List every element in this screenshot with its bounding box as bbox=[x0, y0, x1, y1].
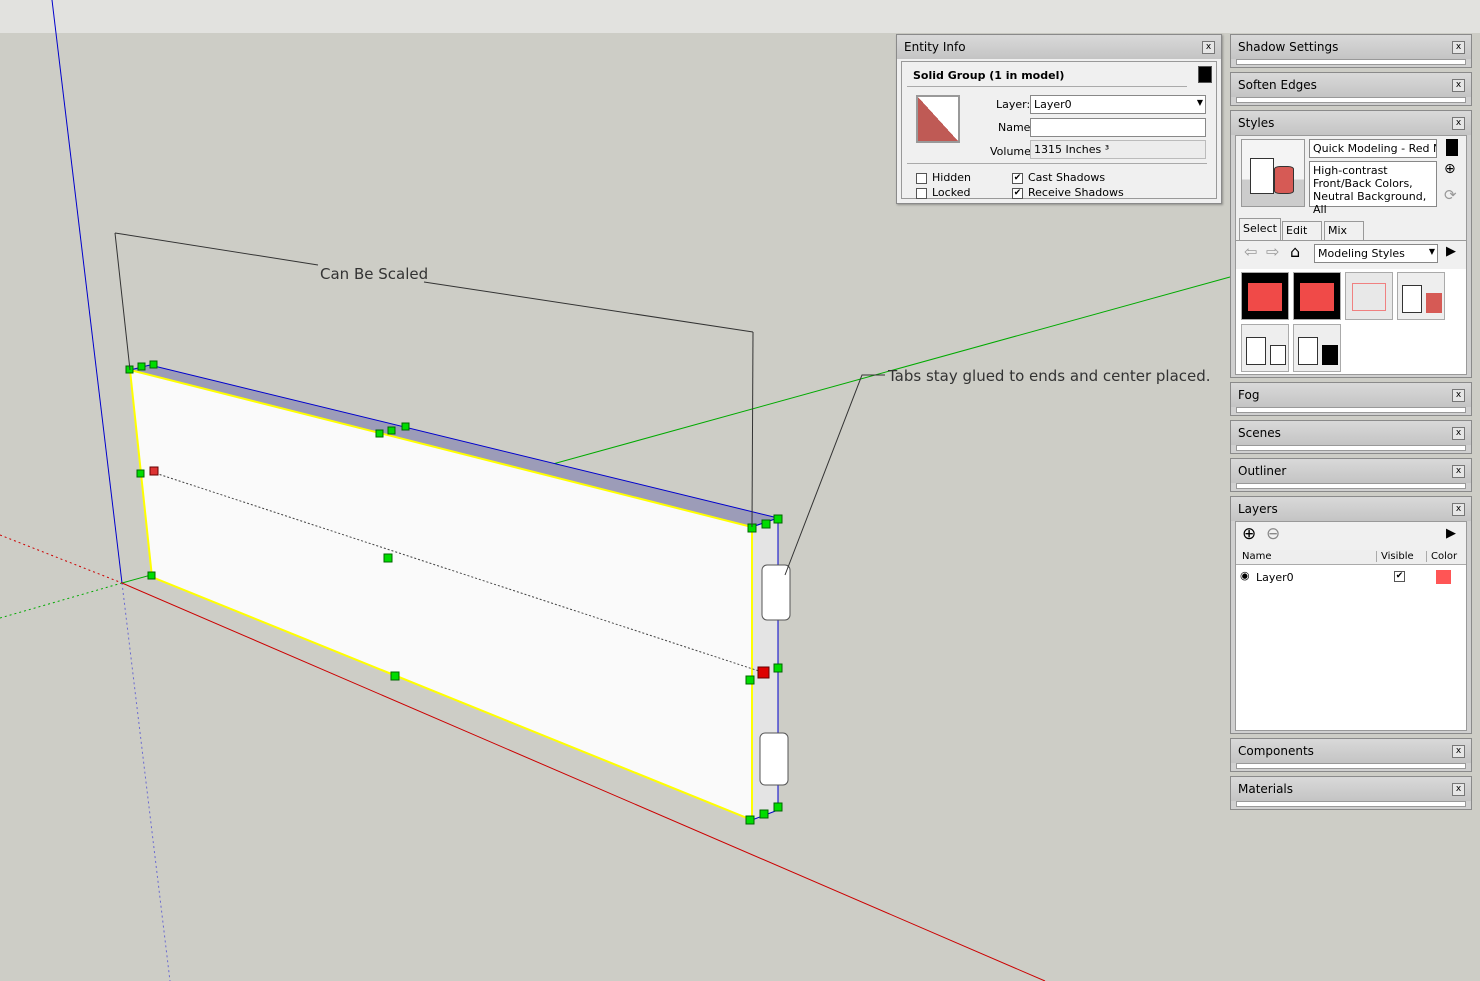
panel-title: Shadow Settings bbox=[1238, 40, 1339, 54]
update-style-icon[interactable]: ⊕ bbox=[1444, 161, 1456, 177]
forward-arrow-icon[interactable]: ⇨ bbox=[1266, 242, 1279, 261]
details-menu-icon[interactable]: ▶ bbox=[1446, 526, 1456, 541]
style-preview bbox=[1241, 139, 1305, 207]
layer-label: Layer: bbox=[996, 98, 1031, 111]
details-menu-icon[interactable]: ▶ bbox=[1446, 244, 1456, 259]
leader-label[interactable]: Tabs stay glued to ends and center place… bbox=[887, 367, 1211, 385]
y-axis-dotted bbox=[0, 582, 123, 619]
panel-title: Soften Edges bbox=[1238, 78, 1317, 92]
close-icon[interactable]: x bbox=[1452, 41, 1465, 54]
panel-fog[interactable]: Fog x bbox=[1230, 382, 1472, 416]
hidden-label: Hidden bbox=[932, 171, 972, 184]
close-icon[interactable]: x bbox=[1202, 41, 1215, 54]
back-arrow-icon[interactable]: ⇦ bbox=[1244, 242, 1257, 261]
tab-mix[interactable]: Mix bbox=[1324, 221, 1364, 240]
close-icon[interactable]: x bbox=[1452, 389, 1465, 402]
add-layer-icon[interactable]: ⊕ bbox=[1242, 524, 1256, 544]
close-icon[interactable]: x bbox=[1452, 503, 1465, 516]
close-icon[interactable]: x bbox=[1452, 79, 1465, 92]
panel-components[interactable]: Components x bbox=[1230, 738, 1472, 772]
visible-checkbox[interactable]: ✔ bbox=[1394, 571, 1405, 582]
style-thumbnail[interactable] bbox=[1293, 324, 1341, 372]
hidden-checkbox[interactable]: Hidden bbox=[916, 171, 971, 184]
entity-info-window: Entity Info x Solid Group (1 in model) La… bbox=[896, 34, 1222, 204]
collapse-icon[interactable] bbox=[1198, 66, 1212, 83]
volume-label: Volume: bbox=[990, 145, 1035, 158]
layer-name[interactable]: Layer0 bbox=[1256, 571, 1294, 584]
collection-value: Modeling Styles bbox=[1318, 247, 1405, 260]
panel-styles: Styles x Quick Modeling - Red Nor High-co… bbox=[1230, 110, 1472, 378]
panel-title: Layers bbox=[1238, 502, 1278, 516]
name-input[interactable] bbox=[1030, 118, 1206, 137]
collection-select[interactable]: Modeling Styles ▼ bbox=[1314, 244, 1438, 263]
home-icon[interactable]: ⌂ bbox=[1290, 242, 1300, 261]
locked-label: Locked bbox=[932, 186, 971, 199]
panel-scenes[interactable]: Scenes x bbox=[1230, 420, 1472, 454]
panel-materials[interactable]: Materials x bbox=[1230, 776, 1472, 810]
delete-layer-icon[interactable]: ⊖ bbox=[1266, 524, 1280, 544]
panel-layers: Layers x ⊕ ⊖ ▶ Name Visible Color ◉ Layer… bbox=[1230, 496, 1472, 734]
z-axis-dotted bbox=[121, 582, 171, 981]
name-label: Name: bbox=[998, 121, 1035, 134]
entity-info-title: Entity Info bbox=[904, 40, 966, 54]
layer-color-swatch[interactable] bbox=[1436, 570, 1451, 584]
receive-shadows-label: Receive Shadows bbox=[1028, 186, 1124, 199]
close-icon[interactable]: x bbox=[1452, 427, 1465, 440]
create-style-icon[interactable] bbox=[1446, 139, 1458, 156]
panel-title: Styles bbox=[1238, 116, 1275, 130]
style-thumbnail[interactable] bbox=[1345, 272, 1393, 320]
x-axis-dotted bbox=[0, 534, 123, 584]
layer-value: Layer0 bbox=[1034, 98, 1072, 111]
close-icon[interactable]: x bbox=[1452, 117, 1465, 130]
dimension-label[interactable]: Can Be Scaled bbox=[320, 265, 428, 283]
style-description[interactable]: High-contrast Front/Back Colors, Neutral… bbox=[1309, 161, 1437, 216]
panel-soften-edges[interactable]: Soften Edges x bbox=[1230, 72, 1472, 106]
panel-title: Materials bbox=[1238, 782, 1294, 796]
chevron-down-icon: ▼ bbox=[1428, 247, 1435, 256]
cast-shadows-label: Cast Shadows bbox=[1028, 171, 1106, 184]
tab-edit[interactable]: Edit bbox=[1282, 221, 1322, 240]
volume-value: 1315 Inches ³ bbox=[1030, 140, 1206, 159]
panel-outliner[interactable]: Outliner x bbox=[1230, 458, 1472, 492]
close-icon[interactable]: x bbox=[1452, 745, 1465, 758]
chevron-down-icon: ▼ bbox=[1196, 98, 1203, 107]
tab-select[interactable]: Select bbox=[1239, 218, 1281, 240]
panel-shadow-settings[interactable]: Shadow Settings x bbox=[1230, 34, 1472, 68]
style-thumbnail[interactable] bbox=[1241, 272, 1289, 320]
leader-line bbox=[784, 374, 885, 576]
z-axis bbox=[51, 0, 123, 584]
panel-title: Components bbox=[1238, 744, 1314, 758]
style-thumbnail[interactable] bbox=[1241, 324, 1289, 372]
panel-title: Fog bbox=[1238, 388, 1260, 402]
center-grip[interactable] bbox=[149, 466, 159, 476]
active-layer-radio[interactable]: ◉ bbox=[1240, 569, 1250, 582]
receive-shadows-checkbox[interactable]: ✔ Receive Shadows bbox=[1012, 186, 1124, 199]
column-name[interactable]: Name bbox=[1242, 551, 1272, 562]
cast-shadows-checkbox[interactable]: ✔ Cast Shadows bbox=[1012, 171, 1105, 184]
style-thumbnail[interactable] bbox=[1293, 272, 1341, 320]
column-visible[interactable]: Visible bbox=[1376, 551, 1414, 562]
locked-checkbox[interactable]: Locked bbox=[916, 186, 970, 199]
panel-title: Scenes bbox=[1238, 426, 1281, 440]
style-name-input[interactable]: Quick Modeling - Red Nor bbox=[1309, 139, 1437, 158]
panel-title: Outliner bbox=[1238, 464, 1287, 478]
refresh-icon[interactable]: ⟳ bbox=[1444, 186, 1457, 204]
close-icon[interactable]: x bbox=[1452, 465, 1465, 478]
material-swatch[interactable] bbox=[916, 95, 960, 143]
style-thumbnail[interactable] bbox=[1397, 272, 1445, 320]
entity-heading: Solid Group (1 in model) bbox=[913, 69, 1065, 82]
close-icon[interactable]: x bbox=[1452, 783, 1465, 796]
column-color[interactable]: Color bbox=[1426, 551, 1457, 562]
layer-select[interactable]: Layer0 ▼ bbox=[1030, 95, 1206, 114]
tab-bottom[interactable] bbox=[759, 732, 789, 786]
center-grip[interactable] bbox=[757, 666, 770, 679]
layer-row[interactable]: ◉ Layer0 ✔ bbox=[1236, 568, 1466, 586]
